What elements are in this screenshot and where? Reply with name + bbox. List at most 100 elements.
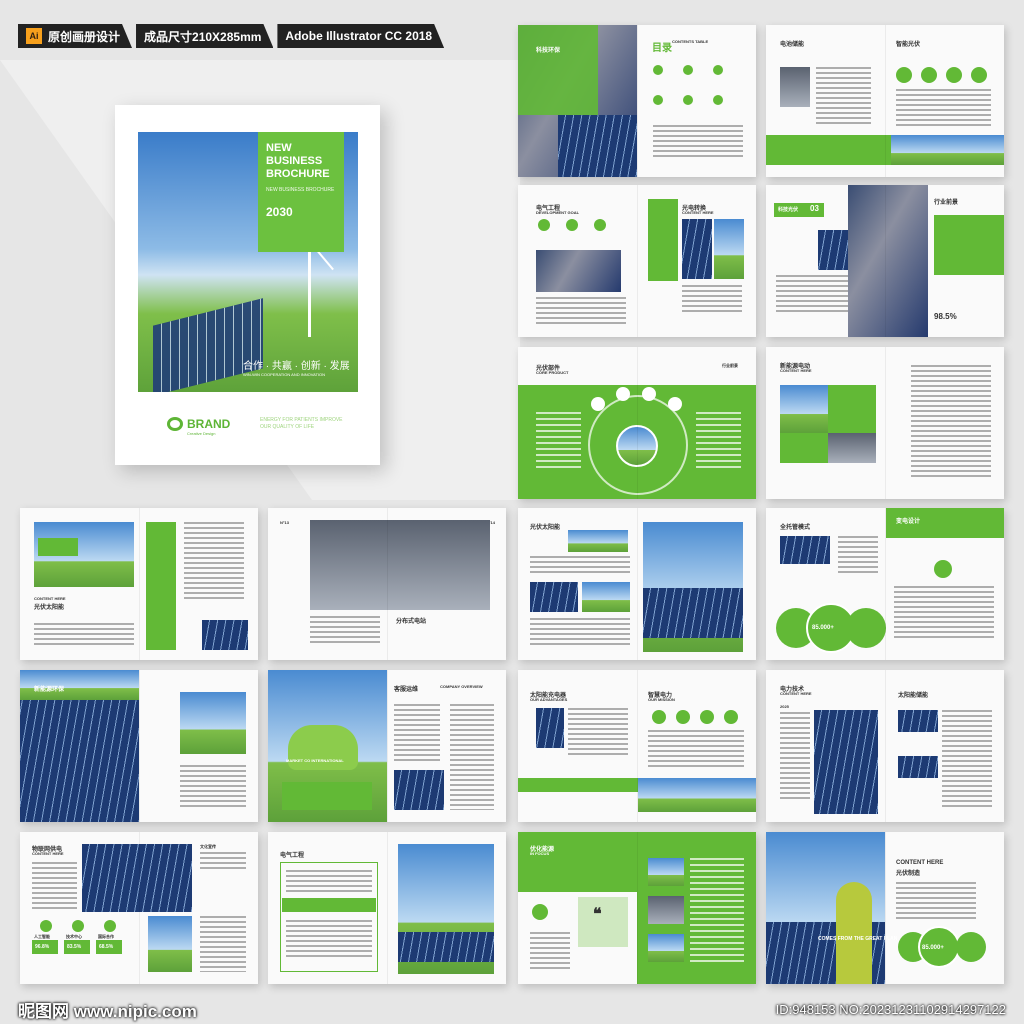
spread-photo [648, 896, 684, 924]
icon-dot [532, 904, 548, 920]
icon-dot [653, 95, 663, 105]
text-lines [896, 882, 976, 922]
spread-title: 光伏制造 [896, 871, 921, 877]
text-lines [310, 616, 380, 646]
spread-6: 新能源电动 CONTENT HERE [766, 347, 1004, 499]
spread-title: 太阳能储能 [898, 693, 929, 699]
spread-photo [638, 778, 756, 812]
spread-photo [530, 582, 578, 612]
text-lines [894, 586, 994, 641]
spread-photo [558, 115, 637, 177]
spread-year: 2025 [780, 704, 789, 709]
fold [637, 347, 638, 499]
text-lines [942, 710, 992, 810]
icon-dot [538, 219, 550, 231]
spread-4: 科技光伏 03 行业前景 98.5% [766, 185, 1004, 337]
text-lines [648, 730, 744, 770]
spread-photo [780, 385, 828, 433]
cover-slogan: 合作 · 共赢 · 创新 · 发展 [243, 361, 350, 372]
icon-dot [946, 67, 962, 83]
version-label: Adobe Illustrator CC 2018 [285, 29, 433, 43]
text-lines [286, 920, 372, 960]
icon-dot [896, 67, 912, 83]
spread-title: 光伏太阳能 [530, 525, 561, 531]
spread-green-block [38, 538, 78, 556]
spread-photo [891, 135, 1004, 165]
spread-subtitle: IN FOCUS [530, 851, 550, 856]
text-lines [696, 412, 741, 472]
cover-subtitle: NEW BUSINESS BROCHURE [266, 187, 335, 193]
page-number: N°13 [280, 520, 289, 525]
text-lines [200, 852, 246, 872]
text-lines [530, 932, 570, 972]
spread-photo [180, 692, 246, 754]
cover-note: ENERGY FOR PATIENTS IMPROVE OUR QUALITY … [260, 417, 343, 430]
icon-dot [713, 65, 723, 75]
spread-title: 新能源环保 [34, 687, 65, 693]
spread-title: 电气工程 [280, 853, 305, 859]
car-image [288, 725, 358, 770]
spread-photo [780, 536, 830, 564]
text-lines [450, 704, 494, 810]
spread-subtitle: CONTENT HERE [682, 210, 714, 215]
fold [637, 832, 638, 984]
watermark-bar: 昵图网 www.nipic.com ID:948153 NO:202312311… [0, 994, 1024, 1024]
text-lines [816, 67, 871, 127]
spread-photo [818, 230, 848, 270]
spread-title: 行业前景 [934, 200, 959, 206]
spread-18: COMES FROM THE GREAT PLAN CONTENT HERE 光… [766, 832, 1004, 984]
text-lines [34, 623, 134, 648]
text-lines [896, 89, 991, 129]
watermark-site: 昵图网 www.nipic.com [18, 1001, 197, 1021]
fold [637, 25, 638, 177]
text-lines [690, 858, 744, 962]
spread-green-block [780, 433, 828, 463]
icon-dot [683, 95, 693, 105]
solar-panel-image [153, 298, 263, 392]
spread-subtitle: CONTENT HERE [780, 368, 812, 373]
spread-subtitle: DEVELOPMENT GOAL [536, 210, 580, 215]
icon-dot [652, 710, 666, 724]
spread-photo [202, 620, 248, 650]
spread-photo [582, 582, 630, 612]
spread-photo [394, 770, 444, 810]
fold [885, 185, 886, 337]
spread-photo [848, 185, 928, 337]
spread-title: 全托管模式 [780, 525, 811, 531]
spread-title: 电池储能 [780, 42, 805, 48]
cover-slogan-en: WIN-WIN COOPERATION AND INNOVATION [243, 372, 325, 377]
fold [387, 832, 388, 984]
spread-10: 全托管模式 85.000+ 变电设计 [766, 508, 1004, 660]
brand-name: BRAND [187, 417, 231, 431]
spread-green-block [518, 25, 598, 115]
text-lines [911, 365, 991, 480]
spread-green-block [518, 832, 637, 892]
icon-dot [676, 710, 690, 724]
spread-photo [898, 756, 938, 778]
software-tag: Ai 原创画册设计 [18, 24, 132, 48]
icon-dot [921, 67, 937, 83]
spread-subtitle: OUR ADVANTAGES [530, 697, 568, 702]
spread-subtitle: CONTENT HERE [32, 851, 64, 856]
icon-dot [971, 67, 987, 83]
spread-green-block [282, 898, 376, 912]
spread-15: 物联网供电 CONTENT HERE 人工智能 技术中心 国际合作 96.8% … [20, 832, 258, 984]
info-bar: Ai 原创画册设计 成品尺寸210X285mm Adobe Illustrato… [18, 24, 444, 48]
spread-12: MARKET CO INTERNATIONAL 客服运维 COMPANY OVE… [268, 670, 506, 822]
diagram-node-icon [591, 397, 605, 411]
spread-photo [648, 934, 684, 962]
fold [885, 25, 886, 177]
text-lines [536, 412, 581, 472]
diagram-node-icon [642, 387, 656, 401]
spread-green-block [282, 782, 372, 810]
spread-photo [648, 858, 684, 886]
text-lines [394, 704, 440, 764]
fold [139, 508, 140, 660]
stat-value: 98.5% [934, 312, 957, 321]
stat-value: 85.000+ [922, 945, 944, 951]
spread-11: 新能源环保 [20, 670, 258, 822]
spread-subtitle: COMPANY OVERVIEW [440, 684, 483, 689]
spread-photo [780, 67, 810, 107]
spread-number: 03 [810, 204, 819, 213]
icon-dot [594, 219, 606, 231]
